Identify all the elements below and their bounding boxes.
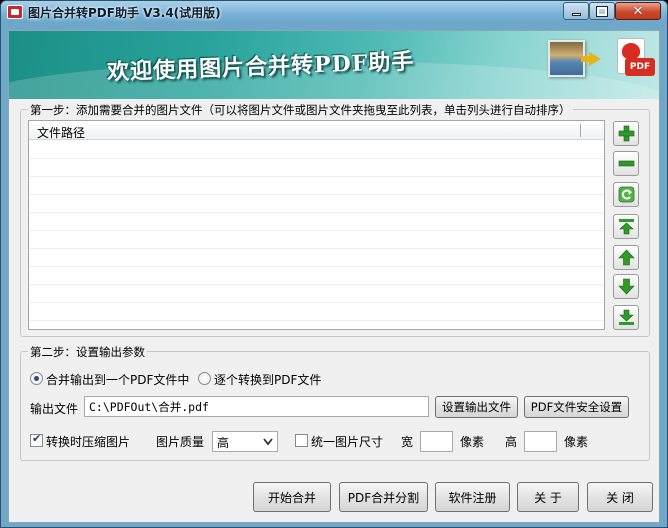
width-input[interactable]: [420, 431, 453, 452]
step2-title: 第二步：设置输出参数: [28, 344, 147, 360]
output-file-label: 输出文件: [30, 402, 79, 416]
move-down-button[interactable]: [613, 274, 639, 299]
height-label: 高: [505, 435, 518, 449]
banner: 欢迎使用图片合并转PDF助手 PDF: [9, 31, 659, 99]
column-header-label: 文件路径: [37, 126, 86, 140]
clear-icon: [618, 186, 635, 203]
maximize-button[interactable]: [589, 2, 615, 20]
unify-size-checkbox[interactable]: [295, 434, 308, 447]
merge-single-label[interactable]: 合并输出到一个PDF文件中: [46, 371, 189, 388]
add-icon: [618, 125, 635, 142]
pdf-security-settings-button[interactable]: PDF文件安全设置: [524, 396, 629, 418]
chevron-down-icon: [263, 438, 273, 446]
move-down-icon: [618, 278, 635, 295]
remove-icon: [618, 160, 635, 167]
app-icon: [7, 5, 23, 19]
height-unit-label: 像素: [564, 435, 589, 449]
add-files-button[interactable]: [613, 121, 639, 146]
arrow-right-icon: [581, 52, 601, 66]
move-top-button[interactable]: [613, 214, 639, 239]
move-up-icon: [618, 249, 635, 266]
close-window-button[interactable]: ✕: [615, 2, 661, 20]
output-file-input[interactable]: C:\PDFOut\合并.pdf: [84, 396, 429, 417]
list-header-file-path[interactable]: 文件路径: [29, 121, 604, 140]
image-quality-value: 高: [217, 436, 230, 450]
convert-each-label[interactable]: 逐个转换到PDF文件: [214, 371, 321, 388]
start-merge-button[interactable]: 开始合并: [253, 482, 331, 512]
software-register-button[interactable]: 软件注册: [435, 482, 510, 512]
window-title: 图片合并转PDF助手 V3.4(试用版): [28, 6, 221, 20]
convert-each-radio[interactable]: [198, 372, 211, 385]
unify-size-label[interactable]: 统一图片尺寸: [311, 433, 383, 450]
photo-icon: [548, 40, 585, 77]
close-icon: ✕: [632, 3, 644, 19]
image-quality-label: 图片质量: [156, 435, 205, 449]
column-separator[interactable]: [580, 124, 581, 137]
move-bottom-button[interactable]: [613, 305, 639, 330]
close-button[interactable]: 关 闭: [587, 482, 653, 512]
maximize-icon: [596, 5, 608, 17]
move-up-button[interactable]: [613, 245, 639, 270]
width-unit-label: 像素: [460, 435, 485, 449]
step1-title: 第一步：添加需要合并的图片文件（可以将图片文件或图片文件夹拖曳至此列表，单击列头…: [28, 102, 573, 118]
banner-title: 欢迎使用图片合并转PDF助手: [106, 48, 415, 86]
minimize-icon: [571, 13, 581, 16]
pdf-merge-split-button[interactable]: PDF合并分割: [339, 482, 428, 512]
compress-images-label[interactable]: 转换时压缩图片: [46, 433, 130, 450]
set-output-file-button[interactable]: 设置输出文件: [435, 396, 518, 418]
width-label: 宽: [401, 435, 414, 449]
title-bar[interactable]: 图片合并转PDF助手 V3.4(试用版) ✕: [1, 1, 667, 23]
remove-file-button[interactable]: [613, 151, 639, 176]
move-bottom-icon: [619, 309, 634, 325]
height-input[interactable]: [524, 431, 557, 452]
pdf-badge: PDF: [625, 58, 655, 76]
compress-images-checkbox[interactable]: [30, 432, 43, 447]
about-button[interactable]: 关 于: [517, 482, 579, 512]
minimize-button[interactable]: [563, 2, 589, 20]
image-quality-select[interactable]: 高: [212, 431, 278, 452]
client-area: 欢迎使用图片合并转PDF助手 PDF 第一步：添加需要合并的图片文件（可以将图片…: [8, 30, 660, 523]
clear-list-button[interactable]: [613, 182, 639, 207]
main-window: 图片合并转PDF助手 V3.4(试用版) ✕ 欢迎使用图片合并转PDF助手 PD…: [0, 0, 668, 528]
file-list[interactable]: 文件路径: [28, 120, 605, 330]
move-top-icon: [619, 219, 634, 235]
merge-single-radio[interactable]: [30, 372, 43, 385]
pdf-file-icon: PDF: [613, 38, 655, 82]
